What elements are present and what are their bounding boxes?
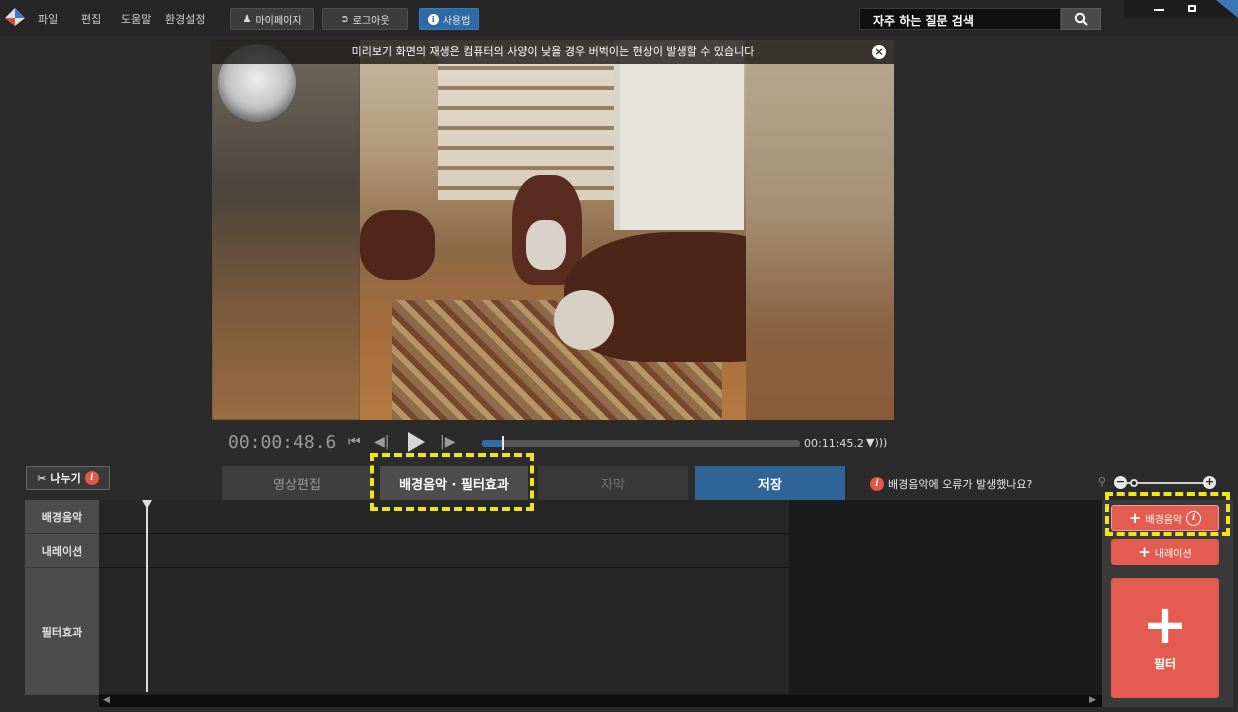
track-lane-narration[interactable] <box>99 534 789 568</box>
video-preview[interactable]: 미리보기 화면의 재생은 컴퓨터의 사양이 낮을 경우 버벅이는 현상이 발생할… <box>212 40 894 420</box>
plus-icon: + <box>1142 592 1188 656</box>
video-dog-reflection <box>360 210 435 280</box>
track-label-filter: 필터효과 <box>41 625 83 639</box>
minimize-icon[interactable] <box>1154 9 1164 11</box>
split-button[interactable]: ✂ 나누기 i <box>26 466 110 490</box>
menu-help[interactable]: 도움말 <box>121 11 151 27</box>
info-icon[interactable]: i <box>84 471 99 485</box>
skip-start-icon[interactable]: ⏮ <box>348 434 361 450</box>
track-lane-filter[interactable] <box>99 568 789 695</box>
step-forward-icon[interactable]: |▶ <box>440 434 455 450</box>
video-dog-face <box>526 220 566 270</box>
mypage-button[interactable]: ♟ 마이페이지 <box>230 8 314 30</box>
plus-icon: + <box>1138 543 1151 561</box>
window-controls <box>1124 0 1238 18</box>
scissors-icon: ✂ <box>37 471 47 485</box>
track-label-narration: 내레이션 <box>25 534 99 568</box>
preview-notice-text: 미리보기 화면의 재생은 컴퓨터의 사양이 낮을 경우 버벅이는 현상이 발생할… <box>351 45 755 58</box>
menu-edit[interactable]: 편집 <box>81 11 101 27</box>
total-time: 00:11:45.2 <box>804 437 864 450</box>
playhead-line <box>146 506 148 692</box>
highlight-tab-bgm-filter <box>370 453 534 511</box>
search-icon <box>1074 12 1088 26</box>
logout-icon: ➲ <box>340 13 349 25</box>
add-narration-button[interactable]: + 내레이션 <box>1111 539 1219 565</box>
user-icon: ♟ <box>242 13 252 25</box>
window-corner <box>1216 0 1238 18</box>
logout-label: 로그아웃 <box>352 15 390 27</box>
preview-notice-bar: 미리보기 화면의 재생은 컴퓨터의 사양이 낮을 경우 버벅이는 현상이 발생할… <box>212 40 894 64</box>
track-label-bgm: 배경음악 <box>25 500 99 534</box>
video-dog-head <box>554 290 614 350</box>
tab-video-edit[interactable]: 영상편집 <box>222 466 372 500</box>
faq-search-input[interactable]: 자주 하는 질문 검색 <box>859 8 1061 30</box>
split-label: 나누기 <box>50 472 81 485</box>
mypage-label: 마이페이지 <box>255 15 302 27</box>
video-door <box>614 40 744 230</box>
current-time: 00:00:48.6 <box>228 432 337 453</box>
close-icon[interactable]: × <box>872 45 886 59</box>
seek-handle[interactable] <box>502 436 504 450</box>
add-narration-label: 내레이션 <box>1154 548 1192 560</box>
tab-subtitle[interactable]: 자막 <box>538 466 688 500</box>
scroll-right-icon[interactable]: ▶ <box>1089 695 1096 705</box>
zoom-in-icon[interactable]: + <box>1203 476 1216 489</box>
menu-file[interactable]: 파일 <box>38 11 58 27</box>
info-icon: i <box>427 13 439 25</box>
title-bar: 파일 편집 도움말 환경설정 ♟ 마이페이지 ➲ 로그아웃 i 사용법 자주 하… <box>0 0 1238 36</box>
menu-settings[interactable]: 환경설정 <box>165 11 205 27</box>
highlight-add-bgm <box>1105 492 1230 536</box>
info-icon: i <box>870 477 884 491</box>
scroll-left-icon[interactable]: ◀ <box>103 695 110 705</box>
volume-icon[interactable]: ▼))) <box>866 436 887 449</box>
howto-label: 사용법 <box>442 15 471 27</box>
tab-save[interactable]: 저장 <box>695 466 845 500</box>
timeline-scrollbar[interactable]: ◀ ▶ <box>99 695 1102 707</box>
track-labels: 배경음악 내레이션 필터효과 <box>25 500 99 695</box>
add-filter-button[interactable]: + 필터 <box>1111 578 1219 698</box>
add-filter-label: 필터 <box>1153 656 1177 671</box>
howto-button[interactable]: i 사용법 <box>419 8 479 30</box>
zoom-control[interactable]: ⚲ − + <box>1098 475 1218 490</box>
timeline-tracks[interactable] <box>99 500 1102 695</box>
zoom-handle[interactable] <box>1130 479 1138 487</box>
step-back-icon[interactable]: ◀| <box>374 434 389 450</box>
play-icon[interactable] <box>408 432 425 452</box>
app-logo-icon <box>5 8 25 26</box>
bgm-error-text: 배경음악에 오류가 발생했나요? <box>888 478 1033 491</box>
magnifier-icon: ⚲ <box>1098 475 1107 488</box>
search-button[interactable] <box>1061 8 1101 30</box>
seek-progress <box>482 440 505 447</box>
bgm-error-link[interactable]: i 배경음악에 오류가 발생했나요? <box>870 476 1032 492</box>
video-blur-right <box>746 40 894 420</box>
logout-button[interactable]: ➲ 로그아웃 <box>322 8 408 30</box>
seek-bar[interactable] <box>482 440 800 447</box>
zoom-out-icon[interactable]: − <box>1114 476 1127 489</box>
maximize-icon[interactable] <box>1188 5 1196 12</box>
